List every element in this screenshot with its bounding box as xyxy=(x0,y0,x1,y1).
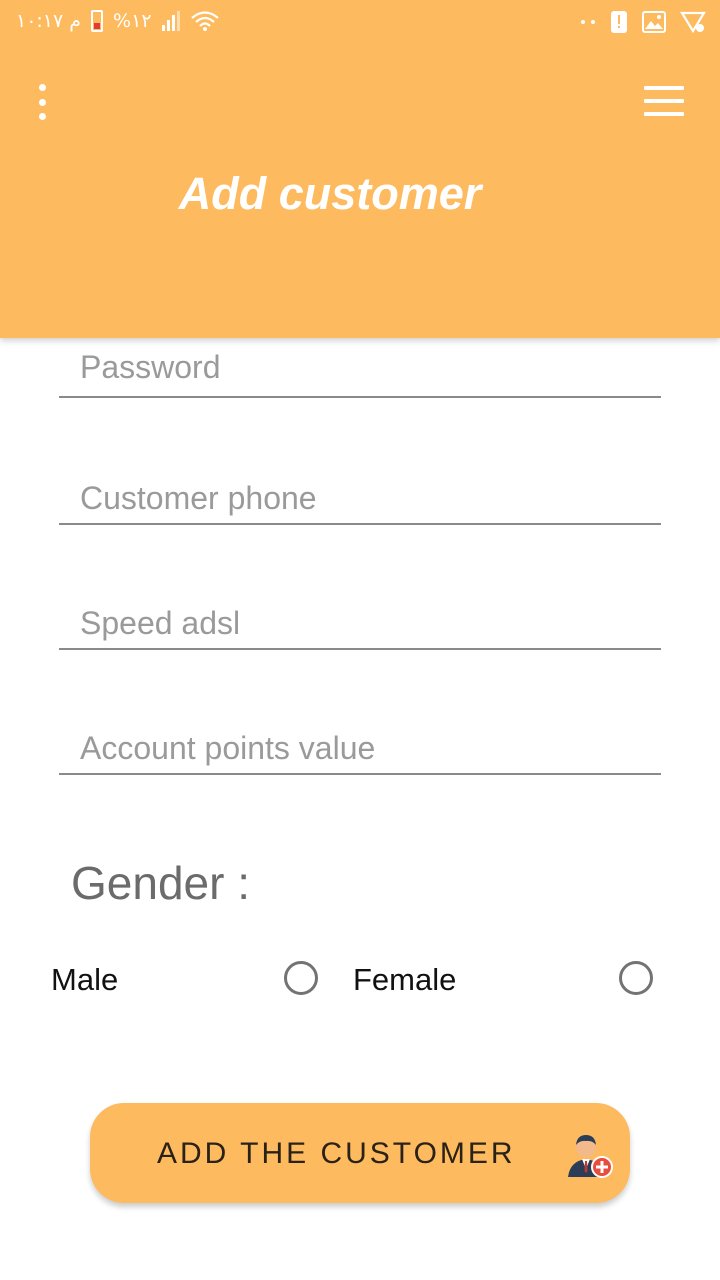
signal-icon xyxy=(161,11,180,31)
female-label[interactable]: Female xyxy=(353,962,456,998)
points-field-container xyxy=(59,715,661,775)
battery-percent: %١٢ xyxy=(113,10,152,32)
more-vertical-icon[interactable] xyxy=(30,84,54,120)
image-icon xyxy=(642,11,666,33)
wifi-icon xyxy=(190,10,220,32)
speed-field-container xyxy=(59,590,661,650)
phone-field-container xyxy=(59,465,661,525)
add-customer-button-label: ADD THE CUSTOMER xyxy=(157,1137,516,1170)
status-time: م ١٠:١٧ xyxy=(16,10,82,32)
page-title: Add customer xyxy=(178,168,482,219)
location-icon xyxy=(680,10,706,34)
gender-label: Gender : xyxy=(71,857,250,909)
status-bar: م ١٠:١٧ %١٢ xyxy=(0,0,720,48)
status-right xyxy=(580,10,706,34)
dots-icon xyxy=(580,19,596,25)
add-customer-button[interactable]: ADD THE CUSTOMER xyxy=(90,1103,630,1203)
customer-form: Gender : Male Female ADD THE CUSTOMER xyxy=(0,338,720,1280)
speed-adsl-input[interactable] xyxy=(80,605,640,642)
customer-phone-input[interactable] xyxy=(80,480,640,517)
password-field-container xyxy=(59,338,661,398)
password-input[interactable] xyxy=(80,349,640,386)
hamburger-icon[interactable] xyxy=(644,86,684,116)
battery-icon xyxy=(91,10,104,32)
account-points-input[interactable] xyxy=(80,730,640,767)
app-bar: م ١٠:١٧ %١٢ Add customer xyxy=(0,0,720,338)
status-left: م ١٠:١٧ %١٢ xyxy=(16,10,220,32)
male-label[interactable]: Male xyxy=(51,962,118,998)
female-radio[interactable] xyxy=(619,961,653,995)
male-radio[interactable] xyxy=(284,961,318,995)
alert-icon xyxy=(610,10,628,34)
add-user-icon xyxy=(564,1129,614,1179)
